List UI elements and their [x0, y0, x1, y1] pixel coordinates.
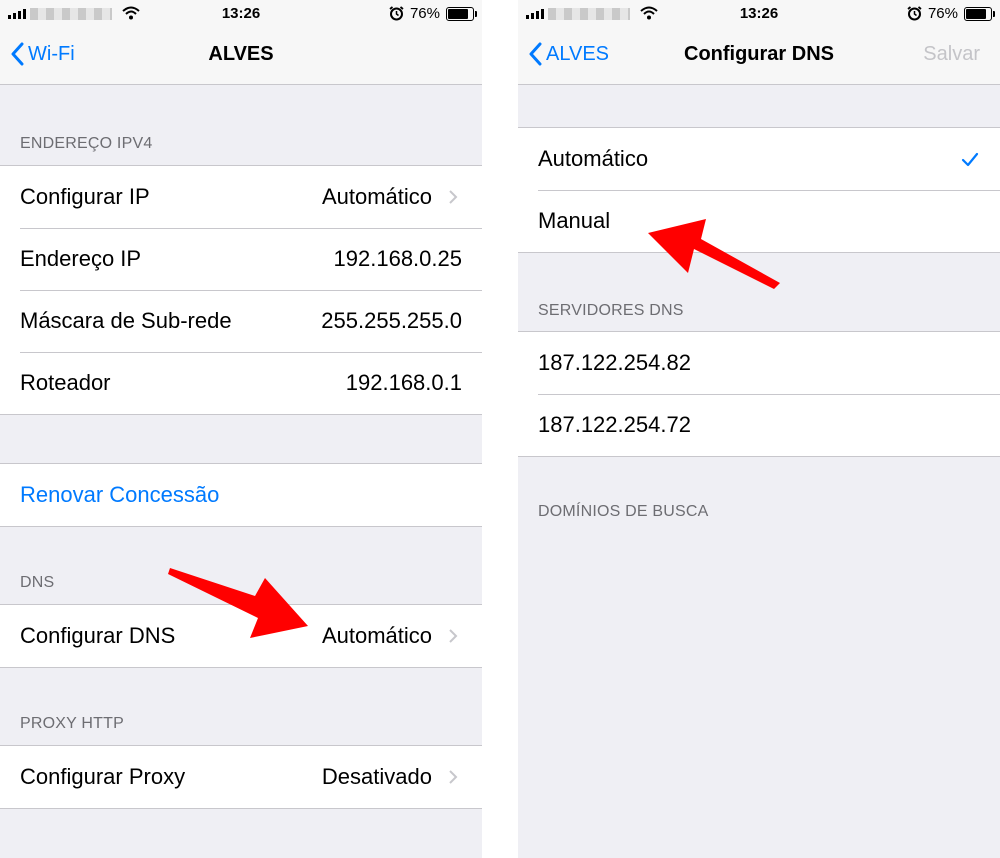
- configure-ip-row[interactable]: Configurar IP Automático: [0, 166, 482, 228]
- row-label: Configurar DNS: [20, 623, 176, 648]
- battery-percent: 76%: [409, 5, 440, 22]
- row-value: Automático: [321, 184, 432, 209]
- row-value: 192.168.0.1: [345, 370, 462, 395]
- configure-proxy-row[interactable]: Configurar Proxy Desativado: [0, 746, 482, 808]
- renew-group: Renovar Concessão: [0, 463, 482, 527]
- dns-server-item[interactable]: 187.122.254.82: [518, 332, 1000, 394]
- battery-icon: [964, 6, 995, 21]
- screenshot-gap: [482, 0, 518, 858]
- row-label: Configurar Proxy: [20, 764, 186, 789]
- row-label: Máscara de Sub-rede: [20, 308, 232, 333]
- row-label: Endereço IP: [20, 246, 142, 271]
- section-header-ipv4: ENDEREÇO IPV4: [20, 135, 153, 152]
- navigation-bar: ALVES Configurar DNS Salvar: [518, 28, 1000, 85]
- section-header-dns: DNS: [20, 574, 55, 591]
- proxy-group: Configurar Proxy Desativado: [0, 745, 482, 809]
- row-value: Desativado: [321, 764, 432, 789]
- row-value: Automático: [321, 623, 432, 648]
- dns-group: Configurar DNS Automático: [0, 604, 482, 668]
- dns-server-item[interactable]: 187.122.254.72: [518, 394, 1000, 456]
- option-label: Automático: [538, 146, 649, 171]
- chevron-right-icon: [444, 768, 462, 786]
- checkmark-icon: [961, 152, 979, 167]
- router-row: Roteador 192.168.0.1: [0, 352, 482, 414]
- battery-percent: 76%: [927, 5, 958, 22]
- ip-address-row: Endereço IP 192.168.0.25: [0, 228, 482, 290]
- dns-mode-group: Automático Manual: [518, 127, 1000, 253]
- dns-option-automatic[interactable]: Automático: [518, 128, 1000, 190]
- navigation-bar: Wi-Fi ALVES: [0, 28, 482, 85]
- section-header-dns-servers: SERVIDORES DNS: [538, 302, 684, 319]
- renew-lease-button[interactable]: Renovar Concessão: [0, 464, 482, 526]
- row-value: 255.255.255.0: [321, 308, 462, 333]
- chevron-right-icon: [444, 627, 462, 645]
- right-screen: 13:26 76% ALVES Configurar DNS Salvar Au…: [518, 0, 1000, 858]
- section-header-proxy: PROXY HTTP: [20, 715, 124, 732]
- status-bar: 13:26 76%: [0, 0, 482, 28]
- row-value: 192.168.0.25: [333, 246, 462, 271]
- dns-server-address: 187.122.254.82: [538, 350, 691, 375]
- dns-server-address: 187.122.254.72: [538, 412, 691, 437]
- dns-servers-group: 187.122.254.82 187.122.254.72: [518, 331, 1000, 457]
- save-button[interactable]: Salvar: [923, 43, 980, 66]
- dns-option-manual[interactable]: Manual: [518, 190, 1000, 252]
- configure-dns-row[interactable]: Configurar DNS Automático: [0, 605, 482, 667]
- row-label: Configurar IP: [20, 184, 150, 209]
- ipv4-group: Configurar IP Automático Endereço IP 192…: [0, 165, 482, 415]
- row-label: Roteador: [20, 370, 111, 395]
- section-header-search-domains: DOMÍNIOS DE BUSCA: [538, 503, 709, 520]
- chevron-right-icon: [444, 188, 462, 206]
- option-label: Manual: [538, 208, 611, 233]
- renew-lease-label: Renovar Concessão: [20, 482, 220, 507]
- alarm-icon: [907, 6, 922, 21]
- status-bar: 13:26 76%: [518, 0, 1000, 28]
- alarm-icon: [389, 6, 404, 21]
- left-screen: 13:26 76% Wi-Fi ALVES ENDEREÇO IPV4 Conf…: [0, 0, 482, 858]
- subnet-mask-row: Máscara de Sub-rede 255.255.255.0: [0, 290, 482, 352]
- battery-icon: [446, 6, 477, 21]
- page-title: ALVES: [208, 43, 274, 65]
